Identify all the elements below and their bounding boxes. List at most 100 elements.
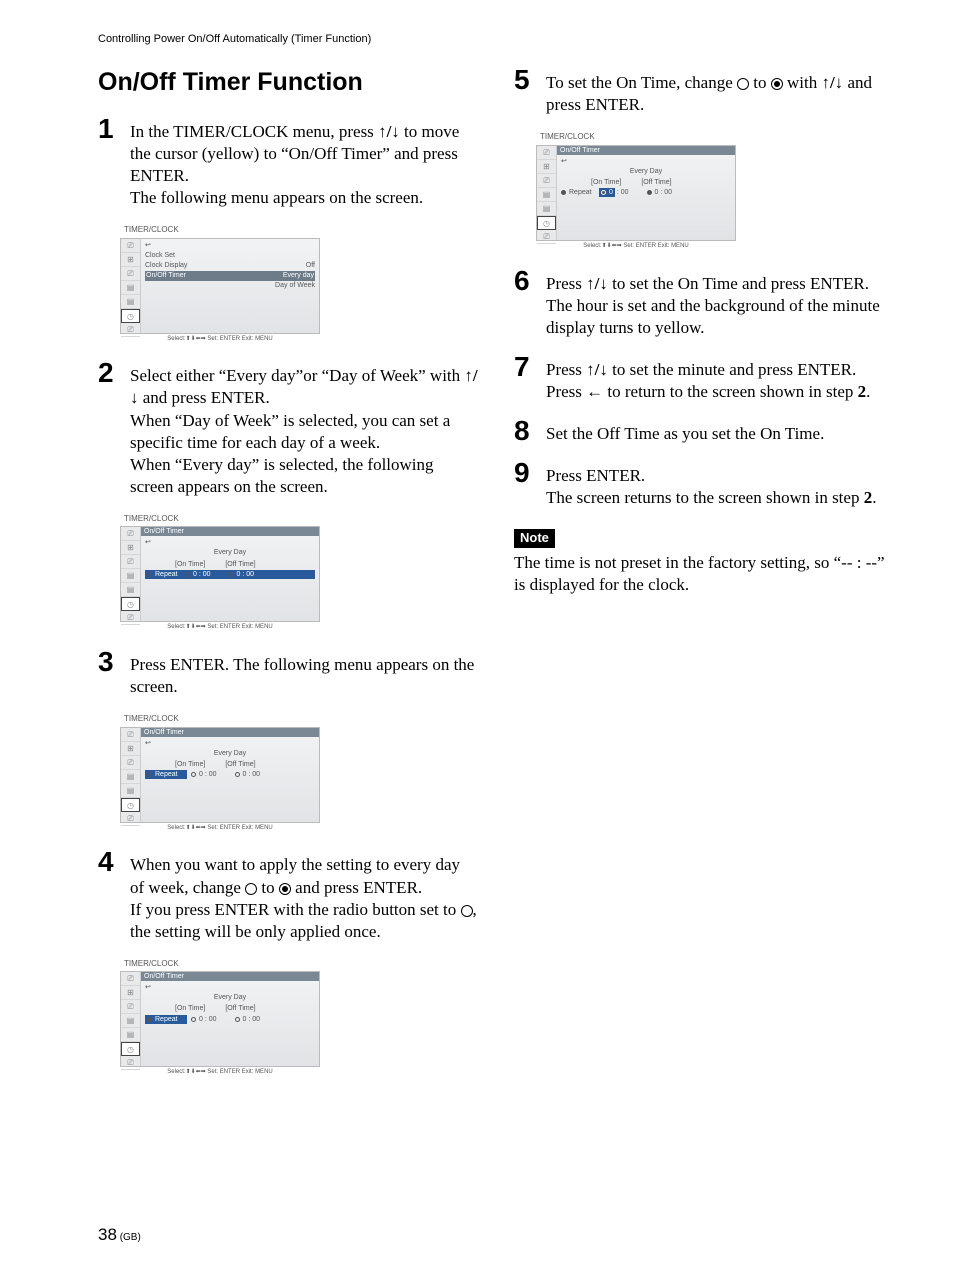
radio-filled-icon xyxy=(647,190,652,195)
up-down-icon: ↑/↓ xyxy=(586,274,608,293)
step-body: Press ENTER. The following menu appears … xyxy=(130,648,478,698)
radio-filled-icon xyxy=(771,78,783,90)
text: When “Day of Week” is selected, you can … xyxy=(130,410,478,454)
step-number: 6 xyxy=(514,267,538,339)
step-body: Press ↑/↓ to set the On Time and press E… xyxy=(546,267,894,339)
ss-footer: Select:⬆⬇⬅➡ Set: ENTER Exit: MENU xyxy=(120,334,320,346)
radio-empty-icon xyxy=(147,772,152,777)
label: [Off Time] xyxy=(225,760,255,769)
value: 0 : 00 xyxy=(199,1015,217,1024)
step-number: 5 xyxy=(514,66,538,116)
side-icon: ⎚ xyxy=(121,239,140,253)
label: Every Day xyxy=(145,993,315,1002)
radio-empty-icon xyxy=(185,572,190,577)
text: If you press ENTER with the radio button… xyxy=(130,900,461,919)
label: Repeat xyxy=(155,770,185,779)
menu-screenshot-4: TIMER/CLOCK ⎚ ⊞ ⎚ ▤ ▤ ◷ ⎚ On/Off Timer ↩… xyxy=(120,957,320,1079)
clock-icon: ◷ xyxy=(121,1042,140,1056)
step-6: 6 Press ↑/↓ to set the On Time and press… xyxy=(514,267,894,339)
label: Every Day xyxy=(145,749,315,758)
side-icon: ▤ xyxy=(121,1014,140,1028)
running-header: Controlling Power On/Off Automatically (… xyxy=(98,32,894,46)
text: to xyxy=(749,73,771,92)
side-icon: ⎚ xyxy=(121,267,140,281)
step-body: In the TIMER/CLOCK menu, press ↑/↓ to mo… xyxy=(130,115,478,209)
ss-footer: Select:⬆⬇⬅➡ Set: ENTER Exit: MENU xyxy=(120,1067,320,1079)
side-icon: ⎚ xyxy=(121,555,140,569)
value: 0 : 00 xyxy=(199,770,217,779)
radio-empty-icon xyxy=(245,883,257,895)
radio-filled-icon xyxy=(601,190,606,195)
text: When “Every day” is selected, the follow… xyxy=(130,454,478,498)
ss-title: TIMER/CLOCK xyxy=(120,712,320,726)
value: Every day xyxy=(283,271,314,281)
note-text: The time is not preset in the factory se… xyxy=(514,552,894,596)
value: 0 : 00 xyxy=(243,1015,261,1024)
ss-title: TIMER/CLOCK xyxy=(120,512,320,526)
step-number: 2 xyxy=(98,359,122,498)
submenu-title: On/Off Timer xyxy=(141,527,319,536)
radio-empty-icon xyxy=(147,572,152,577)
side-icon: ▤ xyxy=(121,281,140,295)
text: Press ENTER. xyxy=(546,465,876,487)
up-down-icon: ↑/↓ xyxy=(378,122,400,141)
ss-footer: Select:⬆⬇⬅➡ Set: ENTER Exit: MENU xyxy=(120,622,320,634)
radio-filled-icon xyxy=(561,190,566,195)
label: Repeat xyxy=(155,570,185,579)
side-icon: ⎚ xyxy=(121,756,140,770)
clock-icon: ◷ xyxy=(537,216,556,230)
step-number: 1 xyxy=(98,115,122,209)
side-icon: ⎚ xyxy=(121,1056,140,1070)
label: [On Time] xyxy=(175,1004,205,1013)
submenu-title: On/Off Timer xyxy=(557,146,735,155)
menu-screenshot-2: TIMER/CLOCK ⎚ ⊞ ⎚ ▤ ▤ ◷ ⎚ On/Off Timer ↩… xyxy=(120,512,320,634)
text: . xyxy=(872,488,876,507)
side-icon: ⊞ xyxy=(121,253,140,267)
left-arrow-icon: ← xyxy=(586,382,603,401)
step-ref: 2 xyxy=(864,488,873,507)
clock-icon: ◷ xyxy=(121,597,140,611)
back-icon: ↩ xyxy=(145,983,151,993)
step-8: 8 Set the Off Time as you set the On Tim… xyxy=(514,417,894,445)
up-down-icon: ↑/↓ xyxy=(821,73,843,92)
value: 0 : 00 xyxy=(243,770,261,779)
step-body: Press ENTER. The screen returns to the s… xyxy=(546,459,876,509)
ss-title: TIMER/CLOCK xyxy=(120,957,320,971)
value: Day of Week xyxy=(275,281,315,291)
step-1: 1 In the TIMER/CLOCK menu, press ↑/↓ to … xyxy=(98,115,478,209)
side-icon: ▤ xyxy=(537,202,556,216)
step-number: 3 xyxy=(98,648,122,698)
label: Every Day xyxy=(561,167,731,176)
page-title: On/Off Timer Function xyxy=(98,66,478,99)
text: The screen returns to the screen shown i… xyxy=(546,488,864,507)
side-icon: ⎚ xyxy=(121,1000,140,1014)
up-down-icon: ↑/↓ xyxy=(586,360,608,379)
label: Clock Display xyxy=(145,261,187,271)
submenu-title: On/Off Timer xyxy=(141,728,319,737)
text: Set the Off Time as you set the On Time. xyxy=(546,424,824,443)
text: to return to the screen shown in step xyxy=(603,382,857,401)
label: Repeat xyxy=(155,1015,185,1024)
ss-footer: Select:⬆⬇⬅➡ Set: ENTER Exit: MENU xyxy=(536,241,736,253)
value: Off xyxy=(306,261,315,271)
step-body: When you want to apply the setting to ev… xyxy=(130,848,478,942)
text: Select either “Every day”or “Day of Week… xyxy=(130,366,464,385)
side-icon: ⊞ xyxy=(121,986,140,1000)
label: [On Time] xyxy=(591,178,621,187)
text: In the TIMER/CLOCK menu, press xyxy=(130,122,378,141)
text: To set the On Time, change xyxy=(546,73,737,92)
step-2: 2 Select either “Every day”or “Day of We… xyxy=(98,359,478,498)
value: 0 : 00 xyxy=(193,570,211,579)
page-number: 38 (GB) xyxy=(98,1224,141,1246)
ss-title: TIMER/CLOCK xyxy=(536,130,736,144)
label: On/Off Timer xyxy=(146,271,186,281)
menu-screenshot-3: TIMER/CLOCK ⎚ ⊞ ⎚ ▤ ▤ ◷ ⎚ On/Off Timer ↩… xyxy=(120,712,320,834)
clock-icon: ◷ xyxy=(121,309,140,323)
radio-filled-icon xyxy=(147,1017,152,1022)
back-icon: ↩ xyxy=(561,157,567,167)
text: with xyxy=(783,73,822,92)
value: 0 xyxy=(609,188,613,197)
text: Press xyxy=(546,274,586,293)
clock-icon: ◷ xyxy=(121,798,140,812)
side-icon: ⎚ xyxy=(121,728,140,742)
